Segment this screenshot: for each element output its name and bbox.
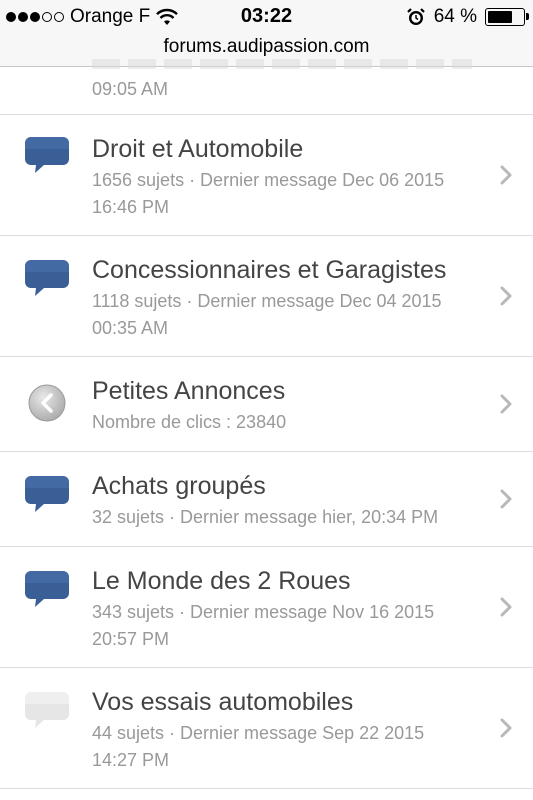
list-item[interactable]: Droit et Automobile 1656 sujets · Dernie… [0, 115, 533, 236]
last-post-time: 00:35 AM [92, 318, 169, 338]
last-post-time: 20:57 PM [92, 629, 170, 649]
battery-fill [488, 11, 513, 23]
chevron-right-icon [500, 165, 512, 185]
forum-stats: 1118 sujets · Dernier message Dec 04 201… [92, 291, 442, 311]
last-post-time: 09:05 AM [92, 79, 169, 99]
forum-stats: 343 sujets · Dernier message Nov 16 2015 [92, 602, 435, 622]
list-item[interactable]: Achats groupés 32 sujets · Dernier messa… [0, 452, 533, 547]
speech-bubble-icon [25, 571, 69, 607]
chevron-right-icon [500, 489, 512, 509]
forum-stats: 1656 sujets · Dernier message Dec 06 201… [92, 170, 445, 190]
forum-stats: 44 sujets · Dernier message Sep 22 2015 [92, 723, 425, 743]
list-item[interactable]: Le Monde des 2 Roues 343 sujets · Dernie… [0, 547, 533, 668]
forum-title[interactable]: Droit et Automobile [92, 135, 303, 164]
forum-title[interactable]: Petites Annonces [92, 377, 285, 406]
speech-bubble-icon [25, 260, 69, 296]
redirect-link-icon [28, 384, 66, 422]
forum-title[interactable]: Concessionnaires et Garagistes [92, 256, 446, 285]
status-right: 64 % [406, 6, 529, 28]
chevron-right-icon [500, 597, 512, 617]
click-count: Nombre de clics : 23840 [92, 412, 287, 432]
list-item[interactable]: Petites Annonces Nombre de clics : 23840 [0, 357, 533, 452]
list-item[interactable]: Concessionnaires et Garagistes 1118 suje… [0, 236, 533, 357]
chevron-right-icon [500, 718, 512, 738]
alarm-clock-icon [406, 8, 425, 25]
battery-icon [485, 8, 529, 26]
forum-title[interactable]: Le Monde des 2 Roues [92, 567, 351, 596]
forum-stats: 32 sujets · Dernier message hier, 20:34 … [92, 507, 439, 527]
forum-title[interactable]: Achats groupés [92, 472, 266, 501]
speech-bubble-icon [25, 692, 69, 728]
list-item[interactable]: Vos essais automobiles 44 sujets · Derni… [0, 668, 533, 789]
speech-bubble-icon [25, 137, 69, 173]
last-post-time: 16:46 PM [92, 197, 170, 217]
forum-title[interactable]: Vos essais automobiles [92, 688, 353, 717]
list-item-partial[interactable]: 09:05 AM [0, 59, 533, 115]
battery-percent: 64 % [433, 6, 477, 27]
chevron-right-icon [500, 394, 512, 414]
url-domain[interactable]: forums.audipassion.com [164, 36, 370, 57]
status-bar: Orange F 03:22 64 % [0, 0, 533, 36]
last-post-time: 14:27 PM [92, 750, 170, 770]
forum-list: 09:05 AM Droit et Automobile 1656 sujets… [0, 59, 533, 789]
chevron-right-icon [500, 286, 512, 306]
speech-bubble-icon [25, 476, 69, 512]
